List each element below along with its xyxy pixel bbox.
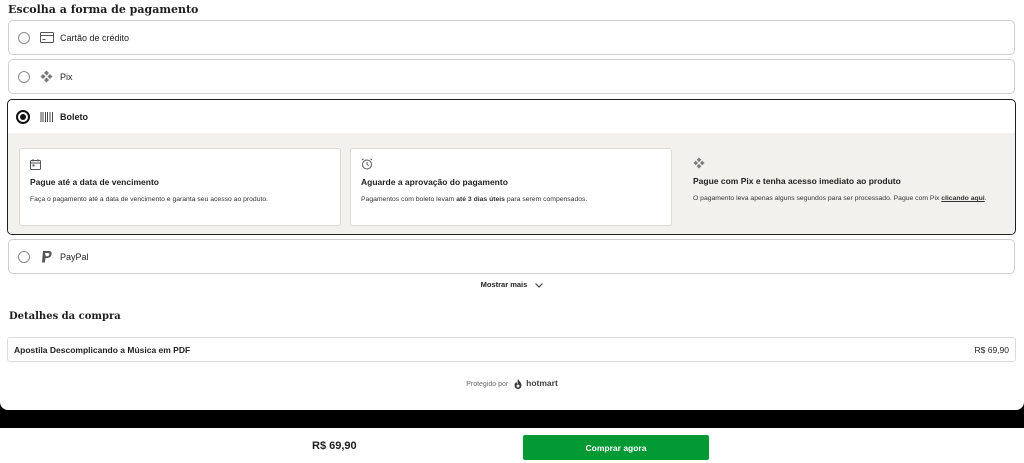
checkout-bottom-bar: R$ 69,90 Comprar agora — [0, 428, 1024, 463]
payment-option-boleto[interactable]: Boleto Pague até a data de vencimento Fa… — [7, 99, 1016, 235]
radio-paypal[interactable] — [18, 250, 30, 263]
pix-link[interactable]: clicando aqui — [941, 195, 984, 202]
chevron-down-icon — [535, 281, 544, 290]
radio-pix[interactable] — [18, 70, 30, 83]
alarm-clock-icon — [361, 157, 373, 170]
radio-boleto[interactable] — [16, 109, 30, 124]
protected-by-label: Protegido por — [466, 381, 509, 388]
info-card-pix-promo: Pague com Pix e tenha acesso imediato ao… — [683, 148, 1005, 226]
payment-option-paypal[interactable]: PayPal — [8, 239, 1015, 274]
payment-option-credit-card[interactable]: Cartão de crédito — [8, 20, 1015, 55]
total-price: R$ 69,90 — [312, 440, 357, 452]
hotmart-flame-icon — [514, 379, 522, 390]
option-label-boleto: Boleto — [60, 111, 88, 122]
checkout-card: Escolha a forma de pagamento Cartão de c… — [0, 0, 1024, 410]
info-text-due-date: Faça o pagamento até a data de venciment… — [30, 196, 269, 203]
boleto-info-panel: Pague até a data de vencimento Faça o pa… — [8, 133, 1015, 234]
payment-section-title: Escolha a forma de pagamento — [8, 3, 199, 16]
payment-option-pix[interactable]: Pix — [8, 59, 1015, 94]
calendar-icon — [30, 157, 42, 170]
protected-by-footer: Protegido por hotmart — [0, 378, 1024, 390]
show-more-button[interactable]: Mostrar mais — [0, 280, 1024, 290]
info-title-due-date: Pague até a data de vencimento — [30, 177, 159, 187]
pix-icon — [693, 156, 705, 169]
show-more-label: Mostrar mais — [480, 280, 528, 289]
info-text-approval: Pagamentos com boleto levam até 3 dias ú… — [361, 196, 588, 203]
info-text-pix-promo: O pagamento leva apenas alguns segundos … — [693, 195, 987, 202]
option-label-paypal: PayPal — [60, 251, 89, 262]
info-card-due-date: Pague até a data de vencimento Faça o pa… — [19, 148, 341, 226]
hotmart-logo: hotmart — [526, 378, 558, 388]
info-title-approval: Aguarde a aprovação do pagamento — [361, 177, 508, 187]
product-name: Apostila Descomplicando a Música em PDF — [14, 344, 191, 355]
radio-credit-card[interactable] — [18, 31, 30, 44]
credit-card-icon — [39, 30, 54, 45]
product-row: Apostila Descomplicando a Música em PDF … — [7, 337, 1016, 362]
info-title-pix-promo: Pague com Pix e tenha acesso imediato ao… — [693, 176, 901, 186]
info-card-approval: Aguarde a aprovação do pagamento Pagamen… — [350, 148, 672, 226]
option-label-pix: Pix — [60, 71, 73, 82]
paypal-icon — [39, 249, 54, 264]
pix-icon — [39, 69, 54, 84]
buy-now-button[interactable]: Comprar agora — [523, 435, 709, 460]
product-price: R$ 69,90 — [974, 344, 1010, 355]
purchase-details-title: Detalhes da compra — [9, 311, 121, 322]
barcode-icon — [39, 109, 54, 124]
option-label-credit-card: Cartão de crédito — [60, 32, 130, 43]
